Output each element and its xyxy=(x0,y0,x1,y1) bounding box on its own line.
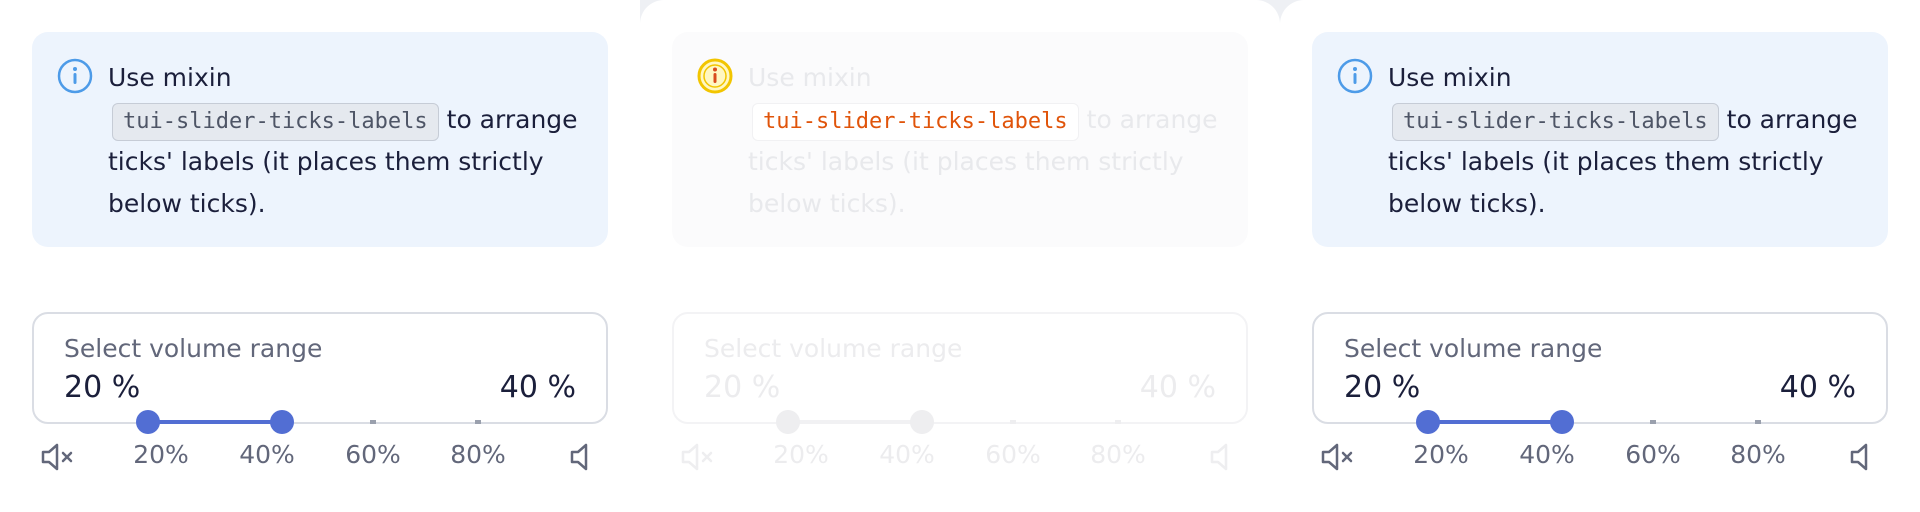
info-icon xyxy=(57,58,93,94)
tick-label-20: 20% xyxy=(773,440,829,469)
tick-60 xyxy=(1010,420,1016,424)
info-notice: Use mixin tui-slider-ticks-labels to arra… xyxy=(1312,32,1888,247)
info-notice: Use mixin tui-slider-ticks-labels to arra… xyxy=(32,32,608,247)
range-min-value: 20 % xyxy=(64,370,141,405)
tick-label-80: 80% xyxy=(1730,440,1786,469)
tick-label-80: 80% xyxy=(450,440,506,469)
tick-label-40: 40% xyxy=(879,440,935,469)
range-thumb-end[interactable] xyxy=(270,410,294,434)
volume-icon[interactable] xyxy=(1848,442,1876,472)
range-max-value: 40 % xyxy=(1139,370,1216,405)
tick-label-60: 60% xyxy=(345,440,401,469)
demo-panel-faded: Use mixin tui-slider-ticks-labels to arra… xyxy=(640,0,1280,512)
range-min-value: 20 % xyxy=(1344,370,1421,405)
range-thumb-start xyxy=(776,410,800,434)
field-label: Select volume range xyxy=(1344,334,1603,363)
tick-80 xyxy=(1755,420,1761,424)
tick-label-60: 60% xyxy=(985,440,1041,469)
range-fill xyxy=(788,420,922,424)
field-label: Select volume range xyxy=(64,334,323,363)
range-min-value: 20 % xyxy=(704,370,781,405)
mixin-code: tui-slider-ticks-labels xyxy=(752,103,1079,141)
mixin-code: tui-slider-ticks-labels xyxy=(112,103,439,141)
volume-mute-icon xyxy=(681,443,713,471)
volume-icon[interactable] xyxy=(568,442,596,472)
range-fill xyxy=(1428,420,1562,424)
notice-text: Use mixin tui-slider-ticks-labels to arra… xyxy=(1388,57,1858,225)
volume-range-field[interactable]: Select volume range 20 % 40 % xyxy=(32,312,608,424)
notice-text-before: Use mixin xyxy=(108,63,232,92)
range-thumb-end xyxy=(910,410,934,434)
volume-mute-icon[interactable] xyxy=(1320,442,1356,472)
info-notice: Use mixin tui-slider-ticks-labels to arra… xyxy=(672,32,1248,247)
tick-80 xyxy=(1115,420,1121,424)
tick-label-20: 20% xyxy=(1413,440,1469,469)
demo-panel-light-2: Use mixin tui-slider-ticks-labels to arra… xyxy=(1280,0,1920,512)
field-label: Select volume range xyxy=(704,334,963,363)
info-icon xyxy=(697,58,733,94)
tick-label-60: 60% xyxy=(1625,440,1681,469)
range-max-value: 40 % xyxy=(1779,370,1856,405)
range-thumb-start[interactable] xyxy=(1416,410,1440,434)
tick-60 xyxy=(370,420,376,424)
mixin-code: tui-slider-ticks-labels xyxy=(1392,103,1719,141)
tick-label-40: 40% xyxy=(239,440,295,469)
tick-label-40: 40% xyxy=(1519,440,1575,469)
volume-range-field: Select volume range 20 % 40 % xyxy=(672,312,1248,424)
range-thumb-start[interactable] xyxy=(136,410,160,434)
range-fill xyxy=(148,420,282,424)
range-max-value: 40 % xyxy=(499,370,576,405)
notice-text: Use mixin tui-slider-ticks-labels to arra… xyxy=(748,57,1218,225)
tick-label-80: 80% xyxy=(1090,440,1146,469)
notice-text: Use mixin tui-slider-ticks-labels to arra… xyxy=(108,57,578,225)
volume-mute-icon[interactable] xyxy=(40,442,76,472)
info-icon xyxy=(1337,58,1373,94)
demo-panel-light: Use mixin tui-slider-ticks-labels to arra… xyxy=(0,0,640,512)
tick-60 xyxy=(1650,420,1656,424)
tick-label-20: 20% xyxy=(133,440,189,469)
notice-text-before: Use mixin xyxy=(748,63,872,92)
range-thumb-end[interactable] xyxy=(1550,410,1574,434)
tick-80 xyxy=(475,420,481,424)
volume-range-field[interactable]: Select volume range 20 % 40 % xyxy=(1312,312,1888,424)
volume-icon xyxy=(1210,443,1228,471)
notice-text-before: Use mixin xyxy=(1388,63,1512,92)
